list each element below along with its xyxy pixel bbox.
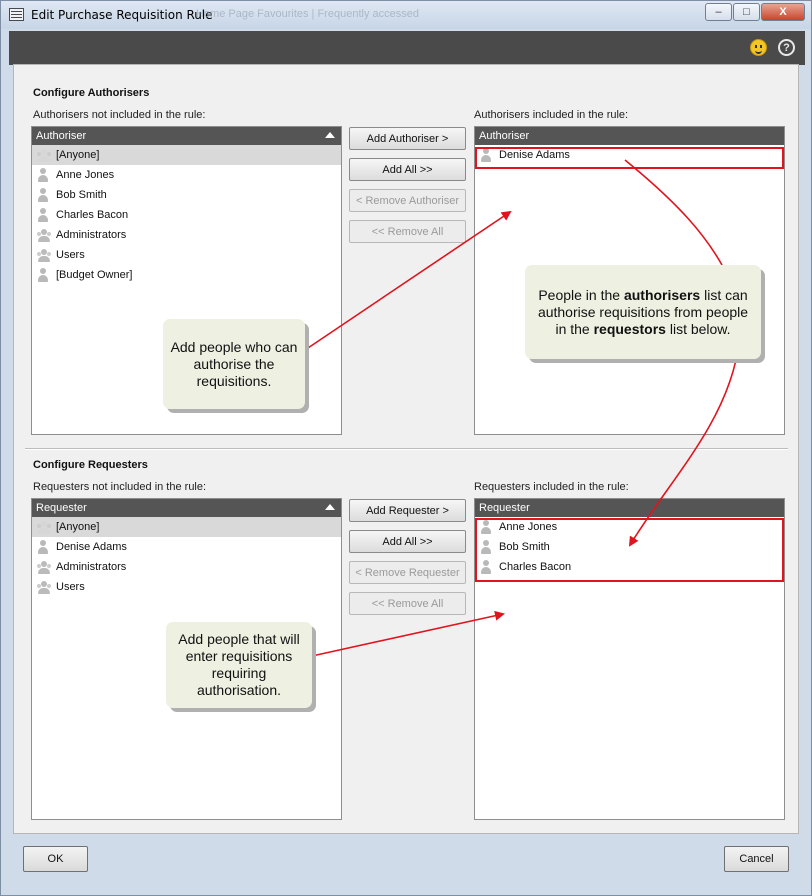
column-header-label: Requester [479, 502, 530, 514]
list-item[interactable]: Charles Bacon [32, 205, 341, 225]
user-group-icon [36, 148, 52, 162]
user-icon [36, 208, 50, 222]
smiley-icon[interactable] [750, 39, 767, 56]
remove-requester-button[interactable]: < Remove Requester [349, 561, 466, 584]
list-item[interactable]: Denise Adams [32, 537, 341, 557]
ok-button[interactable]: OK [23, 846, 88, 872]
list-item-label: [Anyone] [56, 521, 100, 533]
authorisers-available-caption: Authorisers not included in the rule: [33, 109, 206, 121]
requesters-available-caption: Requesters not included in the rule: [33, 481, 207, 493]
list-item[interactable]: Administrators [32, 225, 341, 245]
list-item[interactable]: Administrators [32, 557, 341, 577]
list-item-label: Users [56, 581, 85, 593]
window-title: Edit Purchase Requisition Rule [31, 8, 213, 22]
user-group-icon [36, 580, 52, 594]
section-divider [25, 448, 788, 450]
authorisers-callout-text: Add people who can authorise the requisi… [170, 338, 298, 389]
list-item-label: [Anyone] [56, 149, 100, 161]
column-header-label: Authoriser [479, 130, 530, 142]
list-item-label: Anne Jones [56, 169, 115, 181]
user-group-icon [36, 560, 52, 574]
close-button[interactable]: X [761, 3, 805, 21]
list-item[interactable]: [Anyone] [32, 145, 341, 165]
authorisers-callout: Add people who can authorise the requisi… [163, 319, 305, 409]
list-header[interactable]: Authoriser [32, 127, 341, 145]
list-item[interactable]: [Budget Owner] [32, 265, 341, 285]
user-icon [36, 188, 50, 202]
list-item-label: Users [56, 249, 85, 261]
list-item[interactable]: Bob Smith [32, 185, 341, 205]
column-header-label: Requester [36, 502, 87, 514]
authorisers-section-title: Configure Authorisers [33, 87, 150, 99]
sort-ascending-icon [325, 504, 335, 510]
minimize-button[interactable]: – [705, 3, 732, 21]
user-icon [36, 168, 50, 182]
cancel-button[interactable]: Cancel [724, 846, 789, 872]
included-authorisers-highlight [475, 147, 784, 169]
list-item-label: [Budget Owner] [56, 269, 133, 281]
remove-all-authorisers-button[interactable]: << Remove All [349, 220, 466, 243]
remove-all-requesters-button[interactable]: << Remove All [349, 592, 466, 615]
user-group-icon [36, 520, 52, 534]
list-item[interactable]: Users [32, 245, 341, 265]
explanation-callout-text: People in the authorisers list can autho… [537, 286, 749, 337]
list-item-label: Administrators [56, 561, 127, 573]
user-group-icon [36, 228, 52, 242]
add-requester-button[interactable]: Add Requester > [349, 499, 466, 522]
titlebar: Edit Purchase Requisition Rule Home Page… [1, 1, 811, 29]
list-item-label: Charles Bacon [56, 209, 129, 221]
user-icon [36, 268, 50, 282]
list-item-label: Bob Smith [56, 189, 107, 201]
window-icon [9, 8, 24, 21]
column-header-label: Authoriser [36, 130, 87, 142]
help-icon[interactable]: ? [778, 39, 795, 56]
list-item[interactable]: Anne Jones [32, 165, 341, 185]
background-tabs: Home Page Favourites | Frequently access… [196, 8, 419, 20]
explanation-callout: People in the authorisers list can autho… [525, 265, 761, 359]
requesters-included-caption: Requesters included in the rule: [474, 481, 629, 493]
authorisers-included-caption: Authorisers included in the rule: [474, 109, 629, 121]
add-all-requesters-button[interactable]: Add All >> [349, 530, 466, 553]
sort-ascending-icon [325, 132, 335, 138]
list-header[interactable]: Requester [475, 499, 784, 517]
list-item[interactable]: [Anyone] [32, 517, 341, 537]
user-group-icon [36, 248, 52, 262]
list-item[interactable]: Users [32, 577, 341, 597]
list-item-label: Denise Adams [56, 541, 127, 553]
included-requesters-highlight [475, 518, 784, 582]
requesters-section-title: Configure Requesters [33, 459, 148, 471]
list-item-label: Administrators [56, 229, 127, 241]
user-icon [36, 540, 50, 554]
remove-authoriser-button[interactable]: < Remove Authoriser [349, 189, 466, 212]
list-header[interactable]: Requester [32, 499, 341, 517]
add-authoriser-button[interactable]: Add Authoriser > [349, 127, 466, 150]
maximize-button[interactable]: □ [733, 3, 760, 21]
toolbar: ? [9, 31, 805, 65]
add-all-authorisers-button[interactable]: Add All >> [349, 158, 466, 181]
list-header[interactable]: Authoriser [475, 127, 784, 145]
requesters-callout-text: Add people that will enter requisitions … [178, 631, 300, 698]
requesters-callout: Add people that will enter requisitions … [166, 622, 312, 708]
